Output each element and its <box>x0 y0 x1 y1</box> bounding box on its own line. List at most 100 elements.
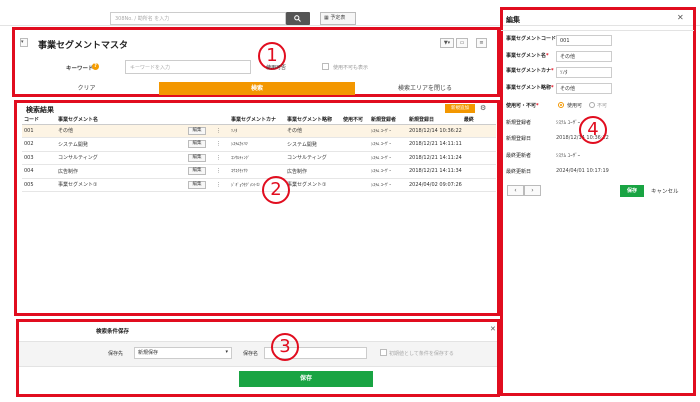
schedule-button[interactable]: ▦ 予定表 <box>320 12 356 25</box>
edit-button[interactable]: 編集 <box>188 153 206 162</box>
cell-name: コンサルティング <box>56 151 186 165</box>
cell-last <box>461 124 496 138</box>
use-off-label: 不可 <box>597 103 608 109</box>
code-input[interactable]: 001 <box>556 35 612 46</box>
cell-reg-date: 2018/12/21 14:11:24 <box>407 151 462 165</box>
required-mark: * <box>551 85 554 91</box>
filter-button[interactable]: ▼▾ <box>440 38 454 48</box>
column-header: 事業セグメント略称 <box>285 115 341 125</box>
caret-down-icon: ▾ <box>225 349 228 355</box>
column-header: 新規登録日 <box>407 115 462 125</box>
more-icon[interactable]: ⋮ <box>214 124 229 138</box>
search-icon <box>294 15 301 22</box>
name-label: 事業セグメント名* <box>506 52 549 59</box>
more-icon[interactable]: ⋮ <box>214 151 229 165</box>
more-icon[interactable]: ⋮ <box>214 178 229 192</box>
column-header: 新規登録者 <box>369 115 407 125</box>
cell-unusable <box>341 164 369 179</box>
cell-abbr: 広告制作 <box>285 164 341 179</box>
close-icon[interactable]: ✕ <box>677 13 684 22</box>
required-mark: * <box>546 53 549 59</box>
gear-icon[interactable]: ⚙ <box>480 104 486 112</box>
table-header-row: コード 事業セグメント名 事業セグメントカナ 事業セグメント略称 使用不可 新規… <box>22 115 496 125</box>
folder-icon: ▭ <box>459 40 465 46</box>
clear-button[interactable]: クリア <box>14 82 159 95</box>
reg-user-label: 新規登録者 <box>506 120 532 126</box>
cell-kana: ｺﾝｻﾙﾃｨﾝｸﾞ <box>229 151 285 165</box>
reg-date-label: 新規登録日 <box>506 136 532 142</box>
global-search-input[interactable]: 308No. / 勘所名 を入力 <box>110 12 286 25</box>
annotation-marker-3: 3 <box>271 333 299 361</box>
cell-code: 003 <box>22 151 56 165</box>
cell-kana: ｼｽﾃﾑｶｲﾊﾂ <box>229 137 285 152</box>
show-unusable-checkbox[interactable] <box>322 63 329 70</box>
save-panel-title: 検索条件保存 <box>96 329 130 335</box>
edit-button[interactable]: 編集 <box>188 140 206 149</box>
cell-last <box>461 178 496 192</box>
global-search-button[interactable] <box>286 12 310 25</box>
cell-unusable <box>341 151 369 165</box>
cell-reg-user: ｼｽﾃﾑ ﾕｰｻﾞｰ <box>369 164 407 179</box>
kana-input[interactable]: ｿﾉﾀ <box>556 67 612 78</box>
default-save-checkbox[interactable] <box>380 349 387 356</box>
use-off-radio[interactable] <box>589 102 595 108</box>
table-row[interactable]: 005 事業セグメント① 編集 ⋮ ｼﾞｷﾞｮｳｾｸﾞﾒﾝﾄ① 事業セグメント①… <box>22 178 496 192</box>
cell-unusable <box>341 178 369 192</box>
cell-last <box>461 137 496 152</box>
table-row[interactable]: 002 システム開発 編集 ⋮ ｼｽﾃﾑｶｲﾊﾂ システム開発 ｼｽﾃﾑ ﾕｰｻ… <box>22 137 496 152</box>
search-button[interactable]: 検索 <box>159 82 355 95</box>
default-save-label: 初期値として条件を保存する <box>389 351 454 357</box>
name-input[interactable]: その他 <box>556 51 612 62</box>
chevron-down-icon: ▾ <box>21 39 24 45</box>
cancel-button[interactable]: キャンセル <box>651 187 679 195</box>
cell-name: 広告制作 <box>56 164 186 179</box>
more-icon[interactable]: ⋮ <box>214 137 229 152</box>
table-row[interactable]: 001 その他 編集 ⋮ ｿﾉﾀ その他 ｼｽﾃﾑ ﾕｰｻﾞｰ 2018/12/… <box>22 124 496 138</box>
prev-button[interactable]: ‹ <box>507 185 524 196</box>
close-icon[interactable]: ✕ <box>490 325 496 333</box>
chevron-left-icon: ‹ <box>514 187 517 194</box>
cell-code: 005 <box>22 178 56 192</box>
table-row[interactable]: 003 コンサルティング 編集 ⋮ ｺﾝｻﾙﾃｨﾝｸﾞ コンサルティング ｼｽﾃ… <box>22 151 496 165</box>
save-button[interactable]: 保存 <box>620 185 644 197</box>
edit-button[interactable]: 編集 <box>188 126 206 135</box>
save-conditions-button[interactable]: 保存 <box>239 371 373 387</box>
cell-reg-user: ｼｽﾃﾑ ﾕｰｻﾞｰ <box>369 178 407 192</box>
use-label-text: 使用可・不可 <box>506 103 537 109</box>
edit-button[interactable]: 編集 <box>188 180 206 189</box>
edit-panel-title: 編集 <box>506 16 520 24</box>
more-icon[interactable]: ⋮ <box>214 164 229 179</box>
use-label: 使用可・不可* <box>506 102 539 109</box>
cell-abbr: その他 <box>285 124 341 138</box>
annotation-marker-4: 4 <box>579 116 607 144</box>
column-header <box>186 115 214 125</box>
menu-button[interactable]: ≡ <box>476 38 487 48</box>
cell-reg-date: 2018/12/21 14:11:11 <box>407 137 462 152</box>
folder-button[interactable]: ▭ <box>456 38 468 48</box>
use-on-radio[interactable] <box>558 102 564 108</box>
cell-code: 004 <box>22 164 56 179</box>
use-on-label: 使用可 <box>567 103 583 109</box>
help-icon[interactable]: ? <box>92 63 99 70</box>
save-name-label: 保存名 <box>243 351 259 357</box>
table-row[interactable]: 004 広告制作 編集 ⋮ ｺｳｺｸｾｲｻｸ 広告制作 ｼｽﾃﾑ ﾕｰｻﾞｰ 2… <box>22 164 496 179</box>
edit-button[interactable]: 編集 <box>188 167 206 176</box>
cell-reg-date: 2018/12/14 10:36:22 <box>407 124 462 138</box>
calendar-icon: ▦ <box>324 15 329 21</box>
chevron-right-icon: › <box>531 187 534 194</box>
save-to-value: 新規保存 <box>138 350 159 356</box>
abbr-input[interactable]: その他 <box>556 83 612 94</box>
cell-reg-user: ｼｽﾃﾑ ﾕｰｻﾞｰ <box>369 124 407 138</box>
keyword-input[interactable]: キーワードを入力 <box>125 60 251 74</box>
next-button[interactable]: › <box>524 185 541 196</box>
cell-name: 事業セグメント① <box>56 178 186 192</box>
cell-kana: ｿﾉﾀ <box>229 124 285 138</box>
save-to-select[interactable]: 新規保存 ▾ <box>134 347 232 359</box>
column-header: 使用不可 <box>341 115 369 125</box>
results-title: 検索結果 <box>26 106 54 114</box>
annotation-box-4 <box>500 7 696 396</box>
close-search-area-button[interactable]: 検索エリアを閉じる <box>355 82 495 95</box>
new-button[interactable]: 新規追加 <box>445 104 475 113</box>
cell-abbr: 事業セグメント① <box>285 178 341 192</box>
column-header <box>214 115 229 125</box>
